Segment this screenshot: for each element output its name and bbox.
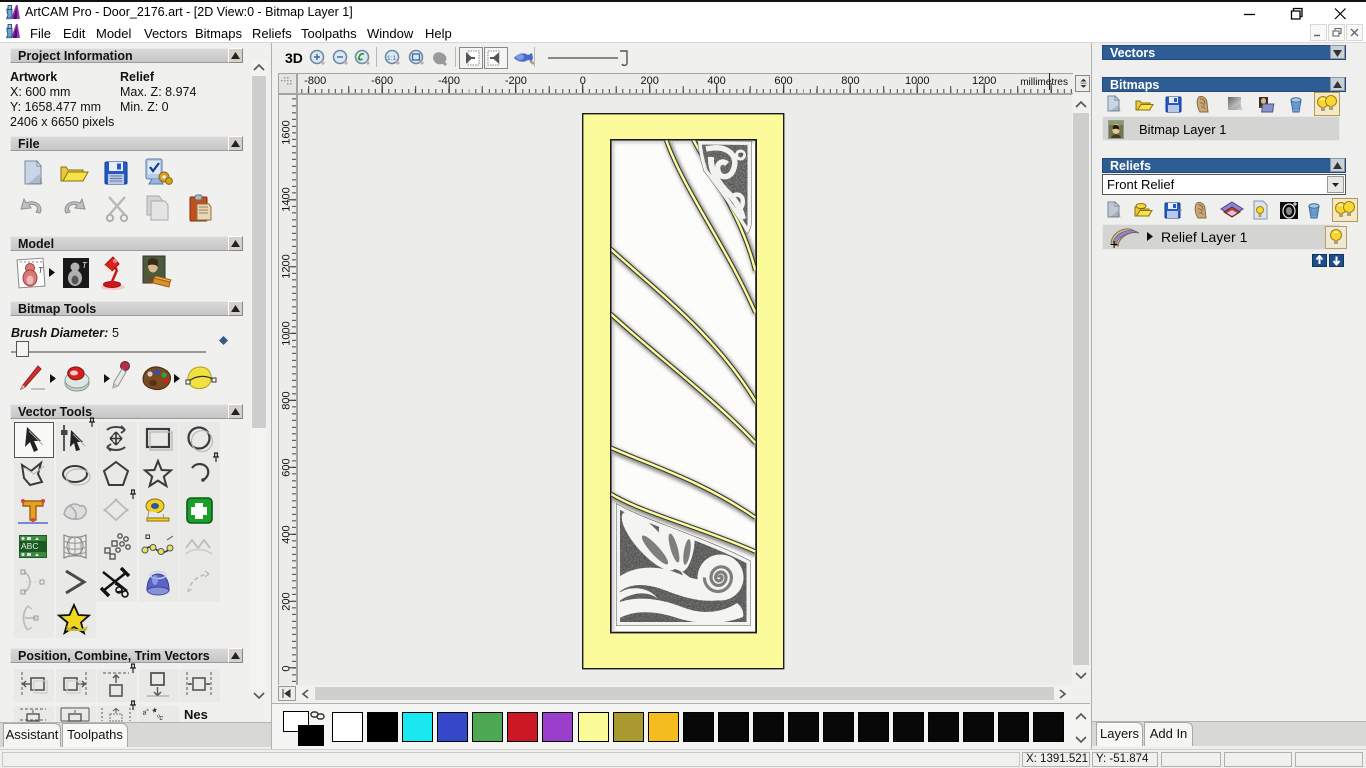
svg-text:Nes: Nes (184, 707, 208, 722)
svg-text:ABC: ABC (21, 541, 38, 551)
svg-text:1:1: 1:1 (387, 55, 396, 62)
svg-text:ºc: ºc (157, 715, 164, 722)
